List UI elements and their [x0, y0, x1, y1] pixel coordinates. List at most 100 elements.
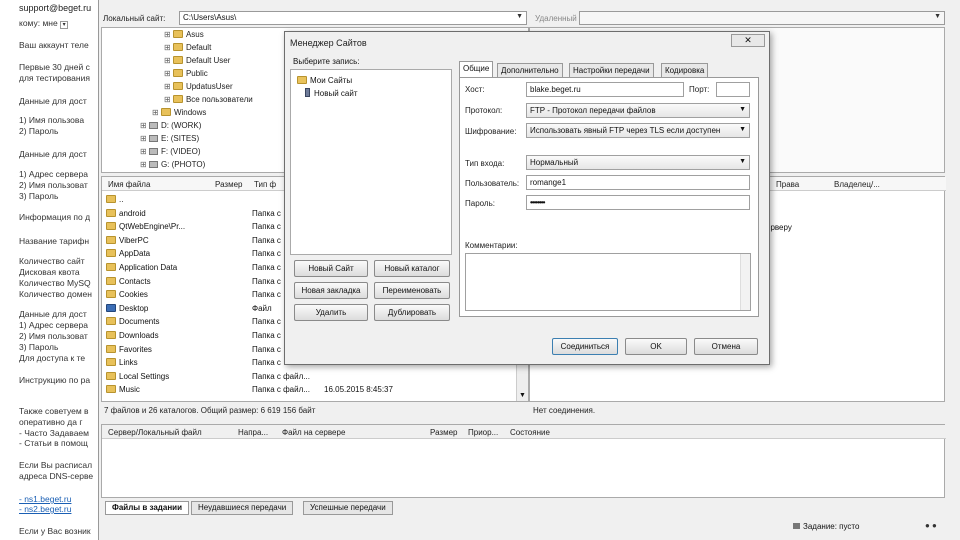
- expand-icon[interactable]: ⊞: [140, 147, 149, 156]
- col-size[interactable]: Размер: [215, 180, 243, 189]
- tree-root-my-sites[interactable]: Мои Сайты: [297, 76, 352, 85]
- user-input[interactable]: romange1: [526, 175, 750, 190]
- folder-icon: [106, 222, 116, 231]
- protocol-select[interactable]: FTP - Протокол передачи файлов ▼: [526, 103, 750, 118]
- col-direction[interactable]: Напра...: [238, 428, 268, 437]
- folder-icon: [160, 108, 171, 116]
- expand-icon[interactable]: ⊞: [164, 82, 173, 91]
- local-path-combo[interactable]: C:\Users\Asus\ ▼: [179, 11, 527, 25]
- file-row[interactable]: Music Папка с файл... 16.05.2015 8:45:37: [102, 383, 522, 397]
- tab-successful-transfers[interactable]: Успешные передачи: [303, 501, 393, 515]
- file-type: Папка с: [252, 290, 281, 300]
- col-queue-size[interactable]: Размер: [430, 428, 458, 437]
- tree-item-label: Asus: [185, 30, 204, 39]
- col-filename[interactable]: Имя файла: [108, 180, 150, 189]
- folder-icon: [106, 385, 116, 394]
- ok-button[interactable]: OK: [625, 338, 687, 355]
- new-bookmark-button[interactable]: Новая закладка: [294, 282, 368, 299]
- expand-icon[interactable]: ⊞: [140, 160, 149, 169]
- comments-scrollbar[interactable]: [740, 254, 750, 310]
- expand-icon[interactable]: ⊞: [164, 56, 173, 65]
- queue-panel: Сервер/Локальный файл Напра... Файл на с…: [101, 424, 946, 498]
- expand-icon[interactable]: ⊞: [164, 69, 173, 78]
- tree-item[interactable]: ⊞ Windows: [152, 108, 206, 120]
- expand-icon[interactable]: ⊞: [152, 108, 161, 117]
- remote-path-combo[interactable]: ▼: [579, 11, 945, 25]
- file-name: Music: [119, 385, 140, 395]
- file-name: Contacts: [119, 276, 151, 286]
- new-folder-button[interactable]: Новый каталог: [374, 260, 450, 277]
- file-name: Links: [119, 358, 138, 368]
- encryption-select[interactable]: Использовать явный FTP через TLS если до…: [526, 123, 750, 138]
- email-line: Данные для дост: [19, 149, 87, 159]
- connect-button[interactable]: Соединиться: [552, 338, 618, 355]
- tree-item[interactable]: ⊞ Asus: [164, 30, 204, 42]
- port-input[interactable]: [716, 82, 750, 97]
- tab-failed-transfers[interactable]: Неудавшиеся передачи: [191, 501, 294, 515]
- email-line-last: Если у Вас возник: [19, 526, 91, 536]
- delete-button[interactable]: Удалить: [294, 304, 368, 321]
- close-button[interactable]: ✕: [731, 34, 765, 47]
- tree-item[interactable]: ⊞ Public: [164, 69, 208, 81]
- col-server-file[interactable]: Сервер/Локальный файл: [108, 428, 202, 437]
- tree-item[interactable]: ⊞ F: (VIDEO): [140, 147, 201, 159]
- email-line: Ваш аккаунт теле: [19, 40, 89, 50]
- email-line: Информация по д: [19, 212, 91, 222]
- expand-icon[interactable]: ⊞: [140, 121, 149, 130]
- file-name: ViberPC: [119, 235, 149, 245]
- tab-queued-files[interactable]: Файлы в задании: [105, 501, 189, 515]
- email-line: для тестирования: [19, 73, 90, 83]
- tab-advanced[interactable]: Дополнительно: [497, 63, 563, 77]
- expand-icon[interactable]: ⊞: [164, 43, 173, 52]
- file-name: Favorites: [119, 344, 152, 354]
- tree-item[interactable]: ⊞ Default User: [164, 56, 230, 68]
- dns-link-2[interactable]: - ns2.beget.ru: [19, 504, 71, 514]
- cancel-button[interactable]: Отмена: [694, 338, 758, 355]
- tab-charset[interactable]: Кодировка: [661, 63, 709, 77]
- encryption-label: Шифрование:: [465, 127, 517, 136]
- host-input[interactable]: blake.beget.ru: [526, 82, 684, 97]
- tree-item[interactable]: ⊞ E: (SITES): [140, 134, 199, 146]
- logon-type-select[interactable]: Нормальный ▼: [526, 155, 750, 170]
- expand-icon[interactable]: ⊞: [164, 95, 173, 104]
- folder-icon: [106, 195, 116, 203]
- col-remote-file[interactable]: Файл на сервере: [282, 428, 345, 437]
- file-type: Папка с: [252, 208, 281, 218]
- email-line: 2) Пароль: [19, 126, 59, 136]
- tree-item-new-site[interactable]: Новый сайт: [305, 88, 358, 98]
- tree-item[interactable]: ⊞ UpdatusUser: [164, 82, 233, 94]
- tab-general[interactable]: Общие: [459, 61, 494, 78]
- expand-icon[interactable]: ⊞: [140, 134, 149, 143]
- tree-item-label: E: (SITES): [160, 134, 200, 143]
- rename-button[interactable]: Переименовать: [374, 282, 450, 299]
- expand-icon[interactable]: ⊞: [164, 30, 173, 39]
- col-owner[interactable]: Владелец/...: [834, 180, 880, 189]
- tree-item[interactable]: ⊞ Default: [164, 43, 211, 55]
- tree-item[interactable]: ⊞ Все пользователи: [164, 95, 253, 107]
- file-row[interactable]: Local Settings Папка с файл...: [102, 370, 522, 384]
- scroll-down-icon[interactable]: ▼: [519, 392, 526, 399]
- chevron-down-icon[interactable]: ▾: [60, 21, 69, 29]
- tree-item[interactable]: ⊞ G: (PHOTO): [140, 160, 205, 172]
- col-permissions[interactable]: Права: [776, 180, 799, 189]
- email-line: 2) Имя пользоват: [19, 331, 88, 341]
- col-priority[interactable]: Приор...: [468, 428, 498, 437]
- file-type: Папка с: [252, 358, 281, 368]
- col-type[interactable]: Тип ф: [254, 180, 276, 189]
- tree-item[interactable]: ⊞ D: (WORK): [140, 121, 201, 133]
- email-line: - Статьи в помощ: [19, 438, 88, 448]
- tree-item-label: Windows: [173, 108, 207, 117]
- tree-item-label: Default User: [185, 56, 231, 65]
- comments-textarea[interactable]: [465, 253, 751, 311]
- col-state[interactable]: Состояние: [510, 428, 550, 437]
- email-line: 1) Имя пользова: [19, 115, 85, 125]
- drive-icon: [148, 135, 158, 142]
- tab-transfer-settings[interactable]: Настройки передачи: [569, 63, 654, 77]
- email-line: Также советуем в: [19, 406, 89, 416]
- password-input[interactable]: ••••••••: [526, 195, 750, 210]
- dropdown-arrow-icon: ▼: [739, 126, 746, 133]
- duplicate-button[interactable]: Дублировать: [374, 304, 450, 321]
- tree-item-label: Default: [185, 43, 212, 52]
- dns-link-1[interactable]: - ns1.beget.ru: [19, 494, 71, 504]
- new-site-button[interactable]: Новый Сайт: [294, 260, 368, 277]
